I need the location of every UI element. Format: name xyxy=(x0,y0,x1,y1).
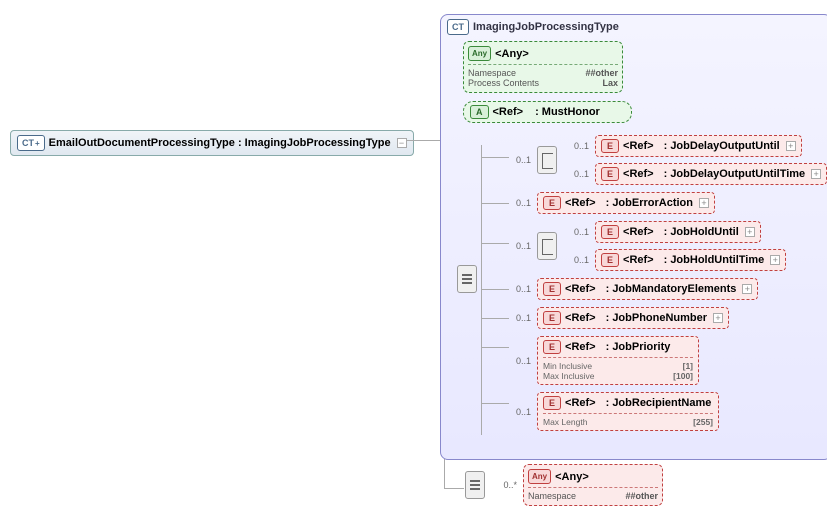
e-icon: E xyxy=(543,396,561,410)
occurrence: 0..1 xyxy=(507,241,531,251)
connector xyxy=(444,488,464,489)
e-icon: E xyxy=(601,139,619,153)
e-icon: E xyxy=(601,167,619,181)
occurrence: 0..1 xyxy=(565,255,589,265)
element-jobdelayoutputuntil[interactable]: E <Ref> : JobDelayOutputUntil + xyxy=(595,135,802,157)
e-icon: E xyxy=(543,196,561,210)
root-type-node[interactable]: CT+ EmailOutDocumentProcessingType : Ima… xyxy=(10,130,414,156)
ct-icon: CT+ xyxy=(17,135,45,151)
any-icon: Any xyxy=(468,46,491,61)
container-title: CT ImagingJobProcessingType xyxy=(447,19,827,35)
element-jobphonenumber[interactable]: E <Ref> : JobPhoneNumber + xyxy=(537,307,729,329)
expand-icon[interactable]: + xyxy=(745,227,755,237)
e-icon: E xyxy=(543,282,561,296)
expand-icon[interactable]: + xyxy=(742,284,752,294)
element-jobholduntil[interactable]: E <Ref> : JobHoldUntil + xyxy=(595,221,761,243)
expand-icon[interactable]: + xyxy=(770,255,780,265)
occurrence: 0..1 xyxy=(507,155,531,165)
sequence-icon xyxy=(465,471,485,499)
occurrence: 0..1 xyxy=(507,356,531,366)
e-icon: E xyxy=(543,340,561,354)
element-sequence: 0..1 0..1 E <Ref> : JobDelayOutputUntil … xyxy=(481,135,827,438)
occurrence: 0..1 xyxy=(507,284,531,294)
element-jobmandatoryelements[interactable]: E <Ref> : JobMandatoryElements + xyxy=(537,278,758,300)
element-jobpriority[interactable]: E <Ref> : JobPriority Min Inclusive[1] M… xyxy=(537,336,699,385)
any-wildcard-top[interactable]: Any <Any> Namespace##other Process Conte… xyxy=(463,41,623,93)
occurrence: 0..1 xyxy=(507,198,531,208)
schema-diagram: CT+ EmailOutDocumentProcessingType : Ima… xyxy=(10,10,817,515)
element-jobholduntiltime[interactable]: E <Ref> : JobHoldUntilTime + xyxy=(595,249,786,271)
expand-icon[interactable]: + xyxy=(786,141,796,151)
imaging-job-type-container: CT ImagingJobProcessingType Any <Any> Na… xyxy=(440,14,827,460)
choice-icon xyxy=(537,232,557,260)
choice-icon xyxy=(537,146,557,174)
occurrence: 0..1 xyxy=(565,141,589,151)
occurrence: 0..1 xyxy=(565,227,589,237)
bottom-sequence: 0..* Any <Any> Namespace##other xyxy=(465,464,663,506)
attribute-musthonor[interactable]: A <Ref> : MustHonor xyxy=(463,101,632,123)
a-icon: A xyxy=(470,105,489,119)
ct-icon: CT xyxy=(447,19,469,35)
expand-icon[interactable]: + xyxy=(811,169,821,179)
any-wildcard-bottom[interactable]: Any <Any> Namespace##other xyxy=(523,464,663,506)
expand-icon[interactable]: + xyxy=(699,198,709,208)
sequence-icon xyxy=(457,265,477,293)
any-icon: Any xyxy=(528,469,551,484)
connector xyxy=(406,140,444,141)
occurrence: 0..1 xyxy=(565,169,589,179)
occurrence: 0..1 xyxy=(507,313,531,323)
e-icon: E xyxy=(601,253,619,267)
root-label: EmailOutDocumentProcessingType : Imaging… xyxy=(49,137,391,149)
occurrence: 0..* xyxy=(493,480,517,490)
e-icon: E xyxy=(601,225,619,239)
occurrence: 0..1 xyxy=(507,407,531,417)
element-jobrecipientname[interactable]: E <Ref> : JobRecipientName Max Length[25… xyxy=(537,392,719,431)
e-icon: E xyxy=(543,311,561,325)
element-jobdelayoutputuntiltime[interactable]: E <Ref> : JobDelayOutputUntilTime + xyxy=(595,163,827,185)
expand-icon[interactable]: + xyxy=(713,313,723,323)
element-joberroraction[interactable]: E <Ref> : JobErrorAction + xyxy=(537,192,715,214)
